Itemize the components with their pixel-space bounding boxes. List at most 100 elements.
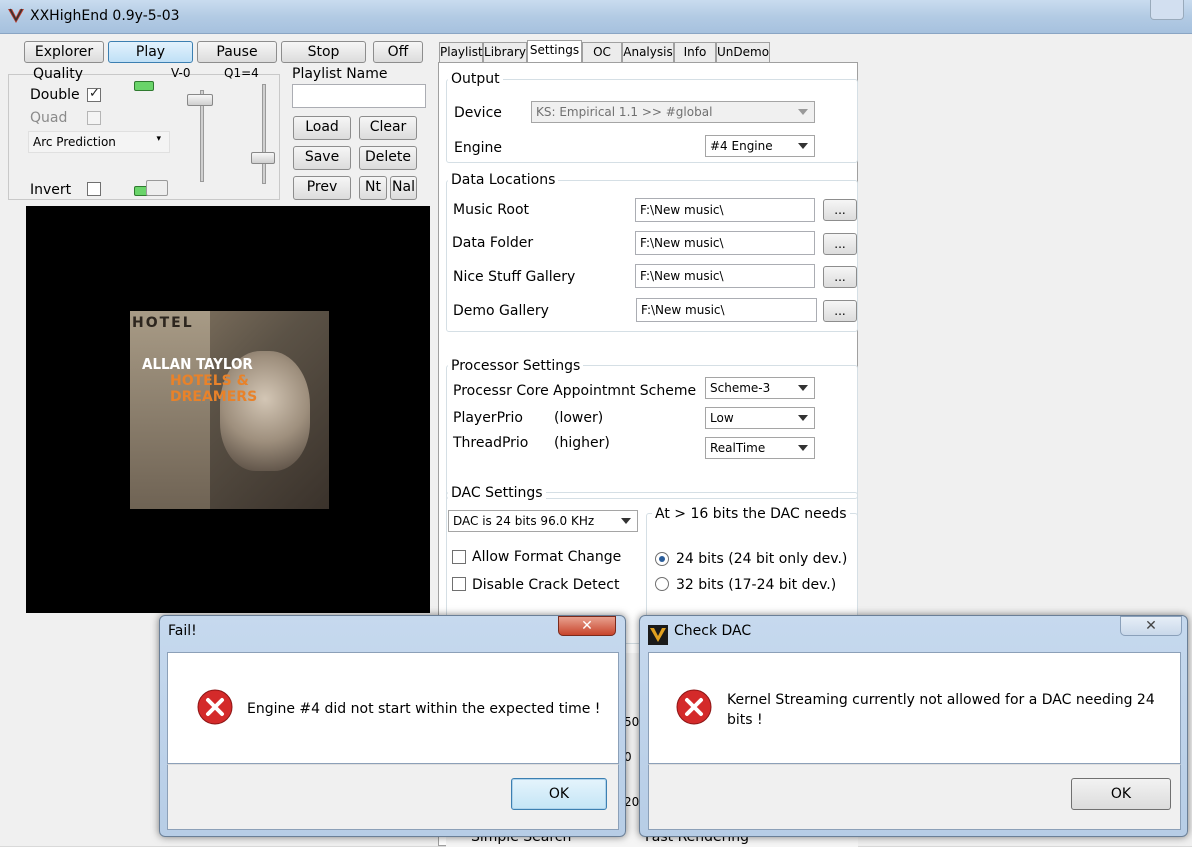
scheme-select[interactable]: Scheme-3 <box>705 377 815 399</box>
quality-label: Quality <box>33 66 84 82</box>
play-button[interactable]: Play <box>108 41 193 63</box>
fail-dialog-footer: OK <box>167 764 619 830</box>
player-prio-select[interactable]: Low <box>705 407 815 429</box>
quality-led-indicator <box>134 81 154 91</box>
music-root-input[interactable]: F:\New music\ <box>635 198 815 222</box>
arc-prediction-select[interactable]: Arc Prediction ▾ <box>28 131 170 153</box>
radio-32-bits[interactable] <box>655 577 669 591</box>
pause-button[interactable]: Pause <box>197 41 277 63</box>
dac-bits-select[interactable]: DAC is 24 bits 96.0 KHz <box>448 510 638 532</box>
q1-label: Q1=4 <box>224 66 259 80</box>
chevron-down-icon <box>798 109 808 115</box>
fail-dialog-title: Fail! <box>168 623 197 639</box>
check-dac-message-line2: bits ! <box>727 712 763 728</box>
window-close-button[interactable] <box>1150 0 1184 20</box>
playlist-name-input[interactable] <box>292 84 426 108</box>
nice-stuff-browse-button[interactable]: ... <box>823 266 857 288</box>
device-value: KS: Empirical 1.1 >> #global <box>536 105 713 119</box>
volume-slider-thumb[interactable] <box>187 94 213 106</box>
tab-analysis[interactable]: Analysis <box>622 42 674 62</box>
quad-label: Quad <box>30 110 68 126</box>
thread-prio-hint: (higher) <box>554 435 610 451</box>
chevron-down-icon <box>798 143 808 149</box>
music-root-browse-button[interactable]: ... <box>823 199 857 221</box>
obscured-value-50: 50 <box>624 715 640 729</box>
thread-prio-select[interactable]: RealTime <box>705 437 815 459</box>
chevron-down-icon: ▾ <box>156 134 161 144</box>
tab-undemo[interactable]: UnDemo <box>716 42 770 62</box>
off-button[interactable]: Off <box>373 41 423 63</box>
app-logo-icon <box>8 8 24 23</box>
processor-group-title: Processor Settings <box>448 358 584 374</box>
fail-dialog-message: Engine #4 did not start within the expec… <box>247 701 601 717</box>
check-dac-dialog-body: Kernel Streaming currently not allowed f… <box>648 652 1181 764</box>
obscured-value-20: 20 <box>624 795 640 809</box>
prev-button[interactable]: Prev <box>293 176 351 200</box>
check-dac-message-line1: Kernel Streaming currently not allowed f… <box>727 692 1155 708</box>
close-icon[interactable]: ✕ <box>1120 616 1182 636</box>
check-dac-dialog-footer: OK <box>648 764 1181 830</box>
radio-32-bits-label: 32 bits (17-24 bit dev.) <box>676 577 837 593</box>
nt-button[interactable]: Nt <box>359 176 387 200</box>
data-folder-browse-button[interactable]: ... <box>823 233 857 255</box>
disable-crack-detect-checkbox[interactable] <box>452 577 466 591</box>
playlist-name-label: Playlist Name <box>292 66 388 82</box>
demo-gallery-input[interactable]: F:\New music\ <box>636 298 817 322</box>
player-prio-label: PlayerPrio <box>453 410 523 426</box>
tab-info[interactable]: Info <box>674 42 716 62</box>
load-button[interactable]: Load <box>293 116 351 140</box>
output-group-title: Output <box>448 71 503 87</box>
cover-hotel-sign: HOTEL <box>132 315 194 331</box>
invert-checkbox[interactable] <box>87 182 101 196</box>
radio-24-bits[interactable] <box>655 552 669 566</box>
invert-label: Invert <box>30 182 72 198</box>
data-folder-input[interactable]: F:\New music\ <box>635 231 815 255</box>
engine-select[interactable]: #4 Engine <box>705 135 815 157</box>
nice-stuff-gallery-label: Nice Stuff Gallery <box>453 269 576 285</box>
nal-button[interactable]: Nal <box>390 176 417 200</box>
double-label: Double <box>30 87 80 103</box>
engine-value: #4 Engine <box>710 139 773 153</box>
explorer-button[interactable]: Explorer <box>24 41 104 63</box>
tab-library[interactable]: Library <box>483 42 527 62</box>
player-prio-value: Low <box>710 411 734 425</box>
dac-bits-value: DAC is 24 bits 96.0 KHz <box>453 514 595 528</box>
scheme-label: Processr Core Appointmnt Scheme <box>453 383 697 399</box>
album-title-text: HOTELS & DREAMERS <box>170 373 258 405</box>
small-toggle-button[interactable] <box>146 180 168 196</box>
music-root-label: Music Root <box>453 202 530 218</box>
tab-oc[interactable]: OC <box>582 42 622 62</box>
device-select[interactable]: KS: Empirical 1.1 >> #global <box>531 101 815 123</box>
check-dac-dialog-title: Check DAC <box>674 623 752 639</box>
volume-label: V-0 <box>171 66 191 80</box>
data-locations-group-title: Data Locations <box>448 172 559 188</box>
fail-ok-button[interactable]: OK <box>511 778 607 810</box>
app-logo-icon <box>648 625 668 645</box>
q1-slider-thumb[interactable] <box>251 152 275 164</box>
fail-dialog: Fail! ✕ Engine #4 did not start within t… <box>159 615 626 837</box>
delete-button[interactable]: Delete <box>359 146 417 170</box>
q1-slider-track <box>262 84 266 184</box>
dac-group-title: DAC Settings <box>448 485 546 501</box>
clear-button[interactable]: Clear <box>359 116 417 140</box>
check-dac-dialog: Check DAC ✕ Kernel Streaming currently n… <box>639 615 1188 837</box>
stop-button[interactable]: Stop <box>281 41 366 63</box>
device-label: Device <box>454 105 502 121</box>
window-titlebar[interactable]: XXHighEnd 0.9y-5-03 <box>0 0 1192 34</box>
nice-stuff-gallery-input[interactable]: F:\New music\ <box>635 264 815 288</box>
double-checkbox[interactable]: ✓ <box>87 86 101 102</box>
allow-format-change-checkbox[interactable] <box>452 550 466 564</box>
scheme-value: Scheme-3 <box>710 381 771 395</box>
engine-label: Engine <box>454 140 502 156</box>
tab-playlist[interactable]: Playlist <box>439 42 483 62</box>
demo-gallery-browse-button[interactable]: ... <box>823 300 857 322</box>
album-cover-image: HOTEL ALLAN TAYLOR HOTELS & DREAMERS <box>130 311 329 509</box>
error-icon <box>676 689 712 725</box>
check-dac-ok-button[interactable]: OK <box>1071 778 1171 810</box>
close-icon[interactable]: ✕ <box>558 616 616 636</box>
disable-crack-detect-label: Disable Crack Detect <box>472 577 620 593</box>
tab-settings[interactable]: Settings <box>527 40 582 63</box>
quad-checkbox[interactable] <box>87 111 101 125</box>
chevron-down-icon <box>798 385 808 391</box>
save-button[interactable]: Save <box>293 146 351 170</box>
